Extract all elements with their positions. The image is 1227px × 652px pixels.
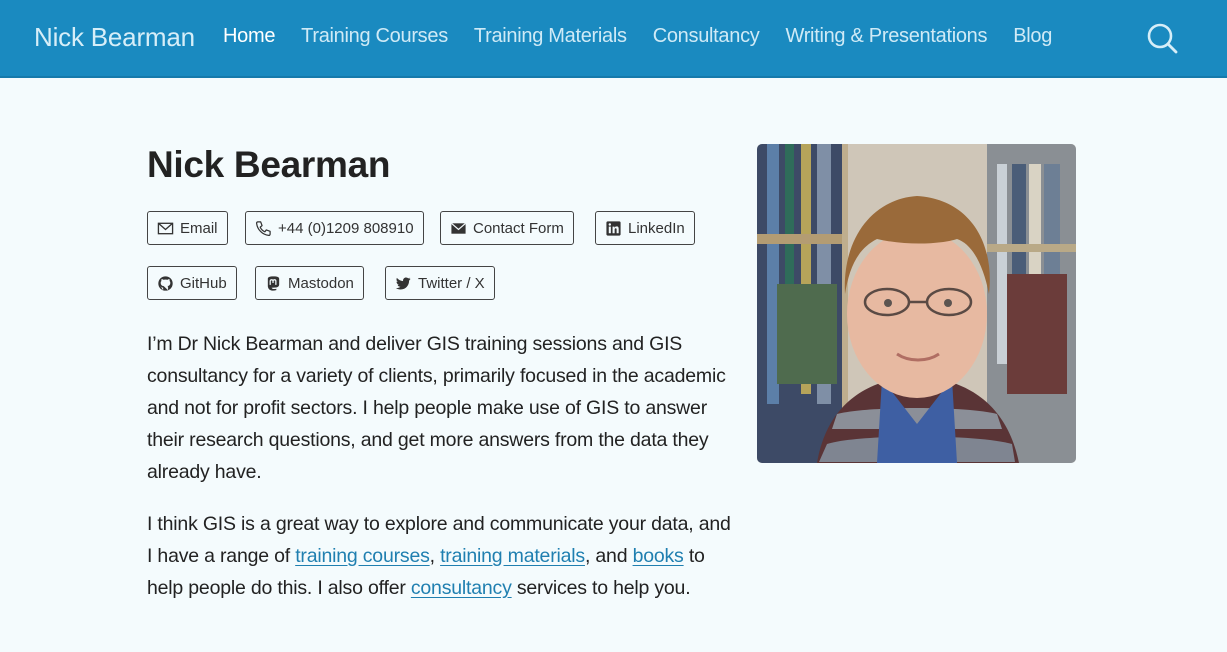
- linkedin-button-label: LinkedIn: [628, 219, 685, 237]
- navbar: Nick Bearman Home Training Courses Train…: [0, 0, 1227, 78]
- twitter-button-label: Twitter / X: [418, 274, 485, 292]
- mastodon-icon: [267, 275, 280, 291]
- books-link[interactable]: books: [633, 545, 684, 567]
- phone-icon: [255, 220, 271, 236]
- contact-form-button-label: Contact Form: [473, 219, 564, 237]
- services-text-5: services to help you.: [511, 577, 691, 599]
- nav-item-blog[interactable]: Blog: [1013, 25, 1052, 48]
- envelope-icon: [157, 222, 174, 234]
- consultancy-link[interactable]: consultancy: [411, 577, 512, 599]
- mastodon-button[interactable]: Mastodon: [255, 266, 364, 300]
- linkedin-button[interactable]: LinkedIn: [595, 211, 695, 245]
- services-text-2: ,: [429, 545, 441, 567]
- email-button-label: Email: [180, 219, 218, 237]
- page-title: Nick Bearman: [147, 144, 391, 185]
- main-content: Nick Bearman Email +44 (0)1209 808910 Co…: [147, 140, 731, 599]
- main-nav: Home Training Courses Training Materials…: [223, 25, 1078, 48]
- nav-item-home[interactable]: Home: [223, 25, 275, 48]
- nav-item-training-courses[interactable]: Training Courses: [301, 25, 448, 48]
- twitter-icon: [395, 276, 411, 289]
- nav-item-training-materials[interactable]: Training Materials: [474, 25, 627, 48]
- github-button[interactable]: GitHub: [147, 266, 237, 300]
- nav-item-consultancy[interactable]: Consultancy: [653, 25, 760, 48]
- services-text-3: , and: [584, 545, 633, 567]
- twitter-button[interactable]: Twitter / X: [385, 266, 495, 300]
- nav-item-writing-presentations[interactable]: Writing & Presentations: [785, 25, 987, 48]
- search-button[interactable]: [1146, 22, 1178, 54]
- search-icon: [1147, 23, 1178, 54]
- training-courses-link[interactable]: training courses: [295, 545, 430, 567]
- profile-photo: [757, 144, 1076, 463]
- phone-button-label: +44 (0)1209 808910: [278, 219, 414, 237]
- email-button[interactable]: Email: [147, 211, 228, 245]
- services-paragraph: I think GIS is a great way to explore an…: [147, 508, 732, 604]
- envelope-filled-icon: [451, 222, 466, 234]
- mastodon-button-label: Mastodon: [288, 274, 354, 292]
- phone-button[interactable]: +44 (0)1209 808910: [245, 211, 424, 245]
- training-materials-link[interactable]: training materials: [440, 545, 585, 567]
- linkedin-icon: [606, 220, 621, 236]
- github-button-label: GitHub: [180, 274, 227, 292]
- contact-form-button[interactable]: Contact Form: [440, 211, 574, 245]
- intro-paragraph: I’m Dr Nick Bearman and deliver GIS trai…: [147, 333, 726, 483]
- site-brand-link[interactable]: Nick Bearman: [34, 22, 195, 53]
- github-icon: [158, 275, 173, 291]
